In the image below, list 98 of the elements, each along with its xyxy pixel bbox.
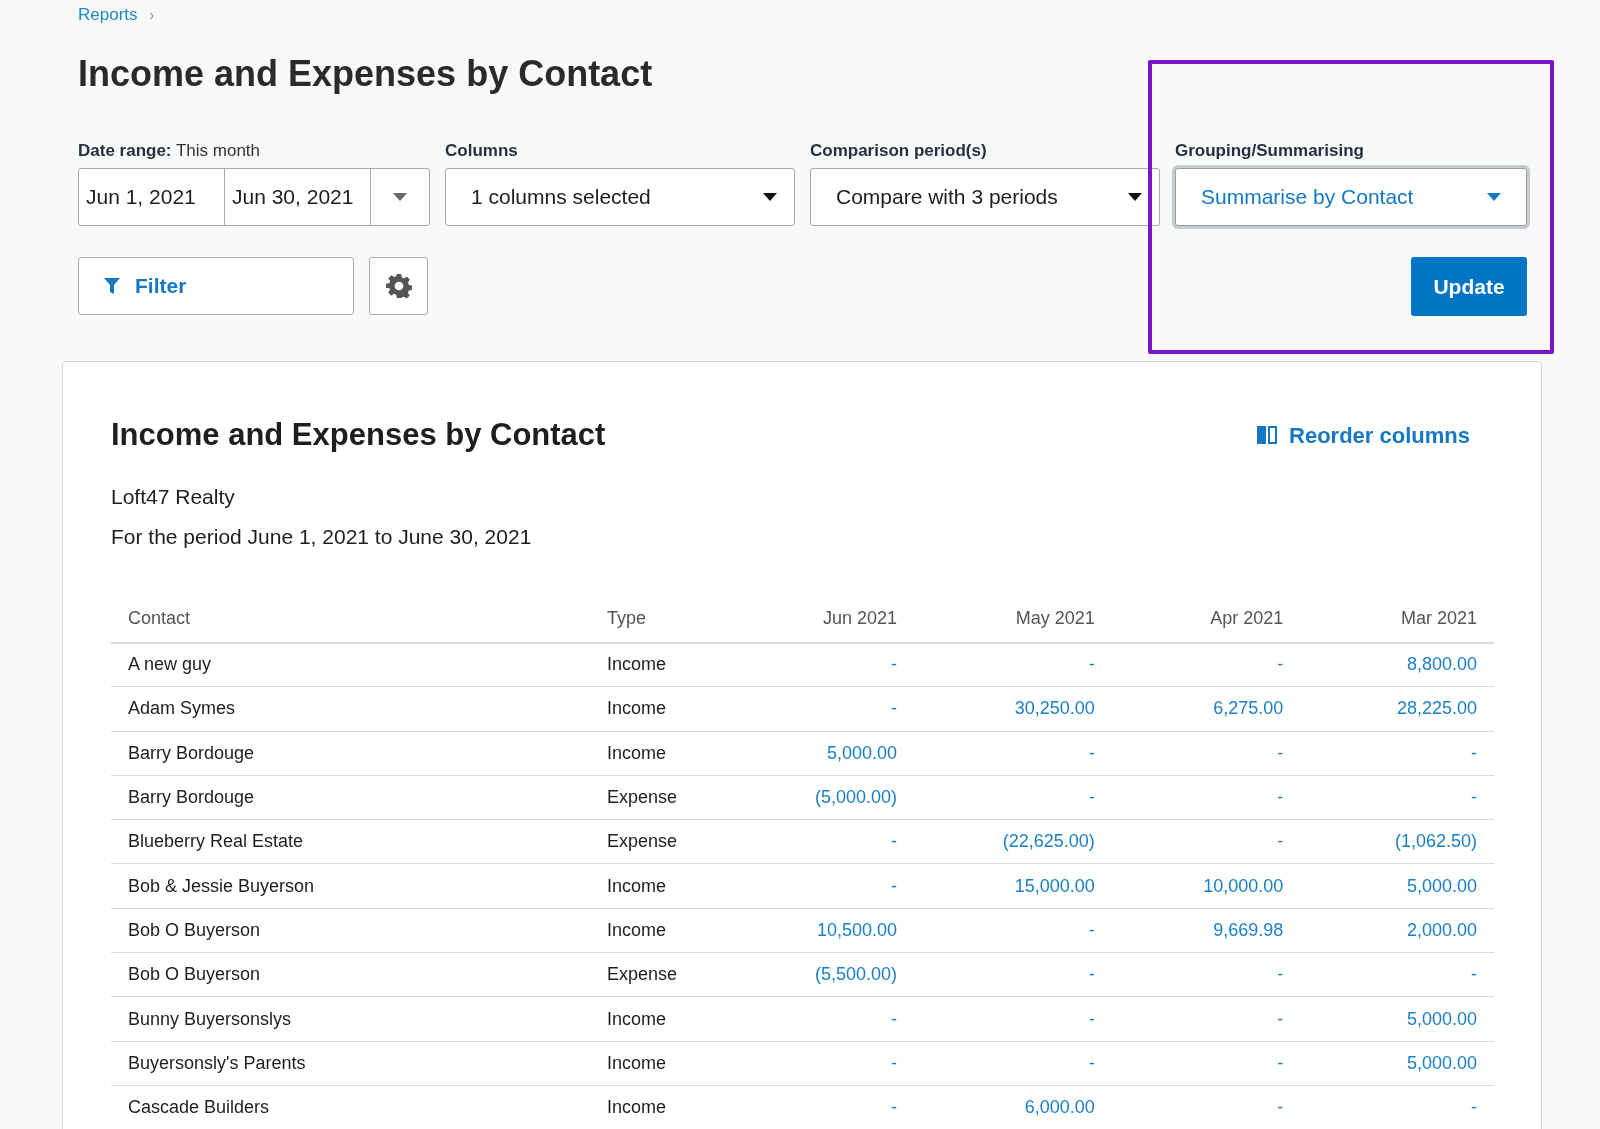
amount-cell[interactable]: - (1111, 731, 1301, 776)
amount-cell[interactable]: (22,625.00) (914, 819, 1112, 864)
amount-cell[interactable]: 10,500.00 (742, 908, 915, 953)
company-name: Loft47 Realty (111, 483, 236, 510)
amount-cell[interactable]: - (742, 819, 915, 864)
amount-cell[interactable]: - (914, 1041, 1112, 1086)
amount-cell[interactable]: - (742, 686, 915, 732)
type-cell: Expense (590, 952, 743, 997)
amount-cell[interactable]: - (1111, 775, 1301, 820)
amount-cell[interactable]: - (1111, 1041, 1301, 1086)
column-header: May 2021 (914, 594, 1112, 643)
type-cell: Income (590, 908, 743, 953)
contact-cell: Bob & Jessie Buyerson (111, 864, 590, 909)
amount-cell[interactable]: 15,000.00 (914, 864, 1112, 909)
amount-cell[interactable]: 6,275.00 (1111, 686, 1301, 732)
amount-cell[interactable]: 28,225.00 (1300, 686, 1494, 732)
amount-cell[interactable]: - (1300, 775, 1494, 820)
select-dropdown[interactable]: Compare with 3 periods (810, 168, 1160, 226)
type-cell: Income (590, 731, 743, 776)
amount-cell[interactable]: - (742, 1041, 915, 1086)
amount-cell[interactable]: 2,000.00 (1300, 908, 1494, 953)
column-header: Type (590, 594, 743, 643)
contact-cell: Bunny Buyersonslys (111, 996, 590, 1042)
caret-icon (393, 193, 407, 201)
amount-cell[interactable]: - (914, 908, 1112, 953)
contact-cell: Blueberry Real Estate (111, 819, 590, 864)
select-dropdown[interactable]: 1 columns selected (445, 168, 795, 226)
amount-cell[interactable]: - (914, 775, 1112, 820)
contact-cell: Adam Symes (111, 686, 590, 732)
field-label: Comparison period(s) (810, 140, 988, 162)
amount-cell[interactable]: 5,000.00 (742, 731, 915, 776)
amount-cell[interactable]: - (742, 642, 915, 687)
breadcrumb-separator: › (149, 5, 155, 25)
amount-cell[interactable]: 30,250.00 (914, 686, 1112, 732)
amount-cell[interactable]: (5,000.00) (742, 775, 915, 820)
amount-cell[interactable]: - (914, 952, 1112, 997)
filter-icon (103, 277, 121, 295)
amount-cell[interactable]: - (914, 642, 1112, 687)
type-cell: Income (590, 1085, 743, 1129)
contact-cell: A new guy (111, 642, 590, 687)
amount-cell[interactable]: 9,669.98 (1111, 908, 1301, 953)
column-header: Mar 2021 (1300, 594, 1494, 643)
report-period: For the period June 1, 2021 to June 30, 2021 (111, 524, 533, 550)
amount-cell[interactable]: - (1111, 642, 1301, 687)
amount-cell[interactable]: - (1300, 731, 1494, 776)
update-button[interactable]: Update (1411, 257, 1527, 316)
type-cell: Income (590, 686, 743, 732)
field-label: Grouping/Summarising (1175, 140, 1365, 162)
contact-cell: Barry Bordouge (111, 731, 590, 776)
type-cell: Expense (590, 775, 743, 820)
amount-cell[interactable]: - (1111, 1085, 1301, 1129)
caret-icon (1487, 193, 1501, 201)
amount-cell[interactable]: - (1111, 996, 1301, 1042)
column-header: Jun 2021 (742, 594, 915, 643)
contact-cell: Buyersonsly's Parents (111, 1041, 590, 1086)
amount-cell[interactable]: 6,000.00 (914, 1085, 1112, 1129)
amount-cell[interactable]: (1,062.50) (1300, 819, 1494, 864)
end-date-field[interactable]: Jun 30, 2021 (225, 169, 371, 225)
breadcrumb-link[interactable]: Reports (78, 2, 138, 28)
settings-icon (385, 273, 412, 299)
contact-cell: Bob O Buyerson (111, 952, 590, 997)
column-header: Contact (111, 594, 590, 643)
columns-icon (1257, 426, 1278, 445)
start-date-field[interactable]: Jun 1, 2021 (79, 169, 225, 225)
amount-cell[interactable]: - (1111, 819, 1301, 864)
amount-cell[interactable]: 8,800.00 (1300, 642, 1494, 687)
contact-cell: Cascade Builders (111, 1085, 590, 1129)
filter-button[interactable]: Filter (78, 257, 354, 315)
reorder-columns-link[interactable]: Reorder columns (1257, 418, 1470, 452)
column-header: Apr 2021 (1111, 594, 1301, 643)
amount-cell[interactable]: 5,000.00 (1300, 1041, 1494, 1086)
amount-cell[interactable]: - (742, 1085, 915, 1129)
grouping-dropdown[interactable]: Summarise by Contact (1175, 168, 1527, 226)
amount-cell[interactable]: 10,000.00 (1111, 864, 1301, 909)
amount-cell[interactable]: - (1300, 1085, 1494, 1129)
amount-cell[interactable]: - (742, 864, 915, 909)
type-cell: Income (590, 642, 743, 687)
type-cell: Income (590, 1041, 743, 1086)
amount-cell[interactable]: (5,500.00) (742, 952, 915, 997)
settings-button[interactable] (369, 257, 428, 315)
contact-cell: Bob O Buyerson (111, 908, 590, 953)
date-range-label: Date range: This month (78, 140, 262, 162)
caret-icon (1128, 193, 1142, 201)
type-cell: Income (590, 996, 743, 1042)
type-cell: Income (590, 864, 743, 909)
amount-cell[interactable]: - (1300, 952, 1494, 997)
caret-icon (763, 193, 777, 201)
contact-cell: Barry Bordouge (111, 775, 590, 820)
report-title: Income and Expenses by Contact (111, 416, 606, 454)
page-title: Income and Expenses by Contact (78, 52, 654, 96)
field-label: Columns (445, 140, 519, 162)
amount-cell[interactable]: 5,000.00 (1300, 864, 1494, 909)
amount-cell[interactable]: - (742, 996, 915, 1042)
amount-cell[interactable]: - (1111, 952, 1301, 997)
amount-cell[interactable]: 5,000.00 (1300, 996, 1494, 1042)
type-cell: Expense (590, 819, 743, 864)
amount-cell[interactable]: - (914, 996, 1112, 1042)
amount-cell[interactable]: - (914, 731, 1112, 776)
